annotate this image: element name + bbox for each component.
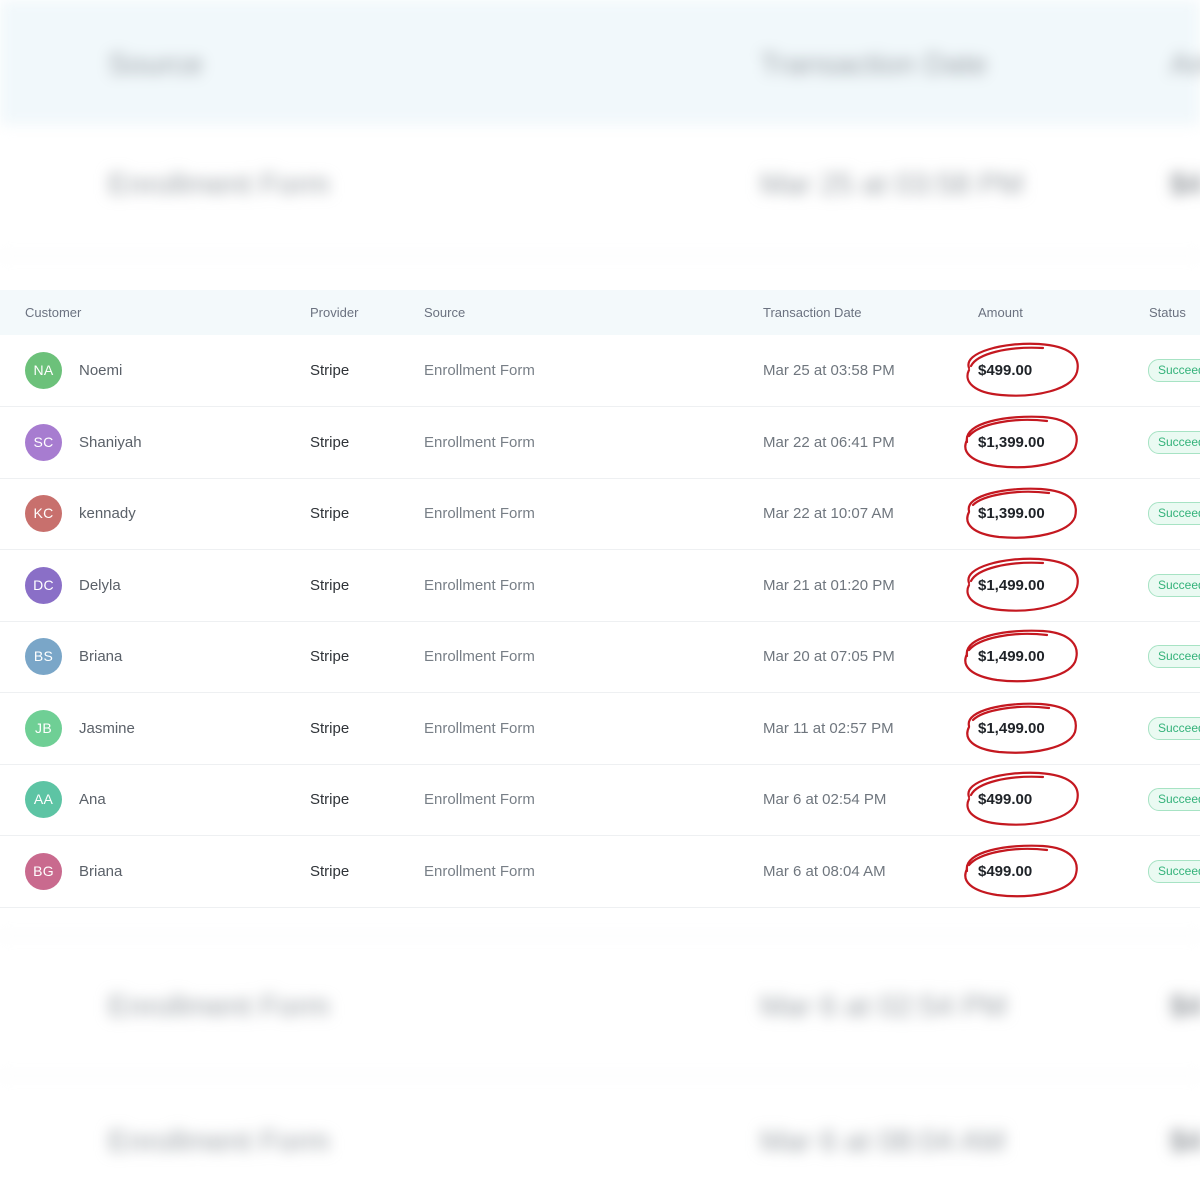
transaction-date-cell: Mar 6 at 08:04 AM — [763, 862, 886, 880]
source-cell: Enrollment Form — [424, 648, 535, 665]
amount-cell: $499.00 — [978, 791, 1033, 808]
table-row[interactable]: JB Jasmine Stripe Enrollment Form Mar 11 at … — [0, 693, 1200, 765]
avatar: BS — [25, 638, 62, 675]
amount-cell: $1,499.00 — [978, 719, 1045, 737]
customer-name[interactable]: Jasmine — [79, 693, 135, 764]
provider-cell: Stripe — [310, 433, 350, 451]
customer-name[interactable]: Shaniyah — [79, 407, 142, 478]
transaction-date-cell: Mar 22 at 10:07 AM — [763, 505, 894, 522]
status-badge: Succeeded — [1148, 645, 1200, 668]
provider-cell: Stripe — [310, 791, 350, 808]
table-row[interactable]: BS Briana Stripe Enrollment Form Mar 20 at 0… — [0, 621, 1200, 693]
transaction-date-cell: Mar 20 at 07:05 PM — [763, 648, 895, 665]
table-row[interactable]: NA Noemi Stripe Enrollment Form Mar 25 at 03… — [0, 335, 1200, 407]
amount-cell: $1,399.00 — [978, 433, 1045, 451]
table-row[interactable]: KC kennady Stripe Enrollment Form Mar 22 at … — [0, 478, 1200, 550]
status-badge: Succeeded — [1148, 502, 1200, 525]
status-badge: Succeeded — [1148, 716, 1200, 740]
provider-cell: Stripe — [310, 648, 350, 665]
amount-cell: $499.00 — [978, 862, 1033, 880]
table-row[interactable]: SC Shaniyah Stripe Enrollment Form Mar 22 at… — [0, 407, 1200, 479]
amount-cell: $499.00 — [978, 362, 1033, 379]
table-row[interactable]: DC Delyla Stripe Enrollment Form Mar 21 at 0… — [0, 550, 1200, 622]
transaction-date-cell: Mar 22 at 06:41 PM — [763, 433, 895, 451]
avatar: DC — [25, 566, 62, 604]
provider-cell: Stripe — [310, 862, 350, 880]
source-cell: Enrollment Form — [424, 719, 535, 737]
blurred-row-amount: $4 — [1170, 990, 1200, 1023]
column-header-status[interactable]: Status — [1149, 290, 1186, 335]
status-badge: Succeeded — [1148, 788, 1200, 811]
source-cell: Enrollment Form — [424, 505, 535, 522]
source-cell: Enrollment Form — [424, 791, 535, 808]
customer-name[interactable]: Noemi — [79, 335, 122, 406]
blurred-divider — [0, 255, 1200, 257]
avatar: SC — [25, 423, 62, 461]
status-badge: Succeeded — [1148, 430, 1200, 454]
provider-cell: Stripe — [310, 719, 350, 737]
blurred-row-date: Mar 6 at 02:54 PM — [760, 990, 1007, 1023]
column-header-transaction-date[interactable]: Transaction Date — [763, 290, 862, 335]
blurred-row-amount: $4 — [1170, 168, 1200, 201]
avatar: KC — [25, 495, 62, 532]
transaction-date-cell: Mar 6 at 02:54 PM — [763, 791, 887, 808]
amount-cell: $1,499.00 — [978, 576, 1045, 594]
customer-name[interactable]: Delyla — [79, 550, 121, 621]
customer-name[interactable]: Briana — [79, 836, 122, 907]
table-row[interactable]: BG Briana Stripe Enrollment Form Mar 6 at 08… — [0, 836, 1200, 908]
table-header: Customer Provider Source Transaction Dat… — [0, 290, 1200, 335]
avatar: JB — [25, 709, 62, 747]
provider-cell: Stripe — [310, 576, 350, 594]
status-badge: Succeeded — [1148, 359, 1200, 382]
customer-name[interactable]: Ana — [79, 764, 106, 835]
blurred-header-amount: Am — [1170, 48, 1200, 81]
column-header-amount[interactable]: Amount — [978, 290, 1023, 335]
blurred-row-source: Enrollment Form — [108, 1125, 330, 1158]
provider-cell: Stripe — [310, 362, 350, 379]
source-cell: Enrollment Form — [424, 362, 535, 379]
table-row[interactable]: AA Ana Stripe Enrollment Form Mar 6 at 02:54… — [0, 764, 1200, 836]
provider-cell: Stripe — [310, 505, 350, 522]
amount-cell: $1,499.00 — [978, 648, 1045, 665]
avatar: NA — [25, 352, 62, 389]
status-badge: Succeeded — [1148, 573, 1200, 597]
customer-name[interactable]: kennady — [79, 478, 136, 549]
blurred-row-source: Enrollment Form — [108, 990, 330, 1023]
source-cell: Enrollment Form — [424, 576, 535, 594]
column-header-customer[interactable]: Customer — [25, 290, 81, 335]
source-cell: Enrollment Form — [424, 433, 535, 451]
source-cell: Enrollment Form — [424, 862, 535, 880]
blurred-row-amount: $4 — [1170, 1125, 1200, 1158]
blurred-row-date: Mar 25 at 03:58 PM — [760, 168, 1024, 201]
blurred-divider — [0, 1075, 1200, 1077]
blurred-header-date: Transaction Date — [760, 48, 988, 81]
blurred-row-date: Mar 6 at 08:04 AM — [760, 1125, 1006, 1158]
blurred-header-band — [0, 0, 1200, 125]
transaction-date-cell: Mar 21 at 01:20 PM — [763, 576, 895, 594]
blurred-row-source: Enrollment Form — [108, 168, 330, 201]
transaction-date-cell: Mar 11 at 02:57 PM — [763, 719, 894, 737]
column-header-provider[interactable]: Provider — [310, 290, 358, 335]
transactions-table: Customer Provider Source Transaction Dat… — [0, 275, 1200, 910]
status-badge: Succeeded — [1148, 859, 1200, 883]
avatar: BG — [25, 852, 62, 890]
customer-name[interactable]: Briana — [79, 621, 122, 692]
column-header-source[interactable]: Source — [424, 290, 465, 335]
amount-cell: $1,399.00 — [978, 505, 1045, 522]
transaction-date-cell: Mar 25 at 03:58 PM — [763, 362, 895, 379]
blurred-divider — [0, 935, 1200, 937]
blurred-header-source: Source — [108, 48, 204, 81]
avatar: AA — [25, 781, 62, 818]
